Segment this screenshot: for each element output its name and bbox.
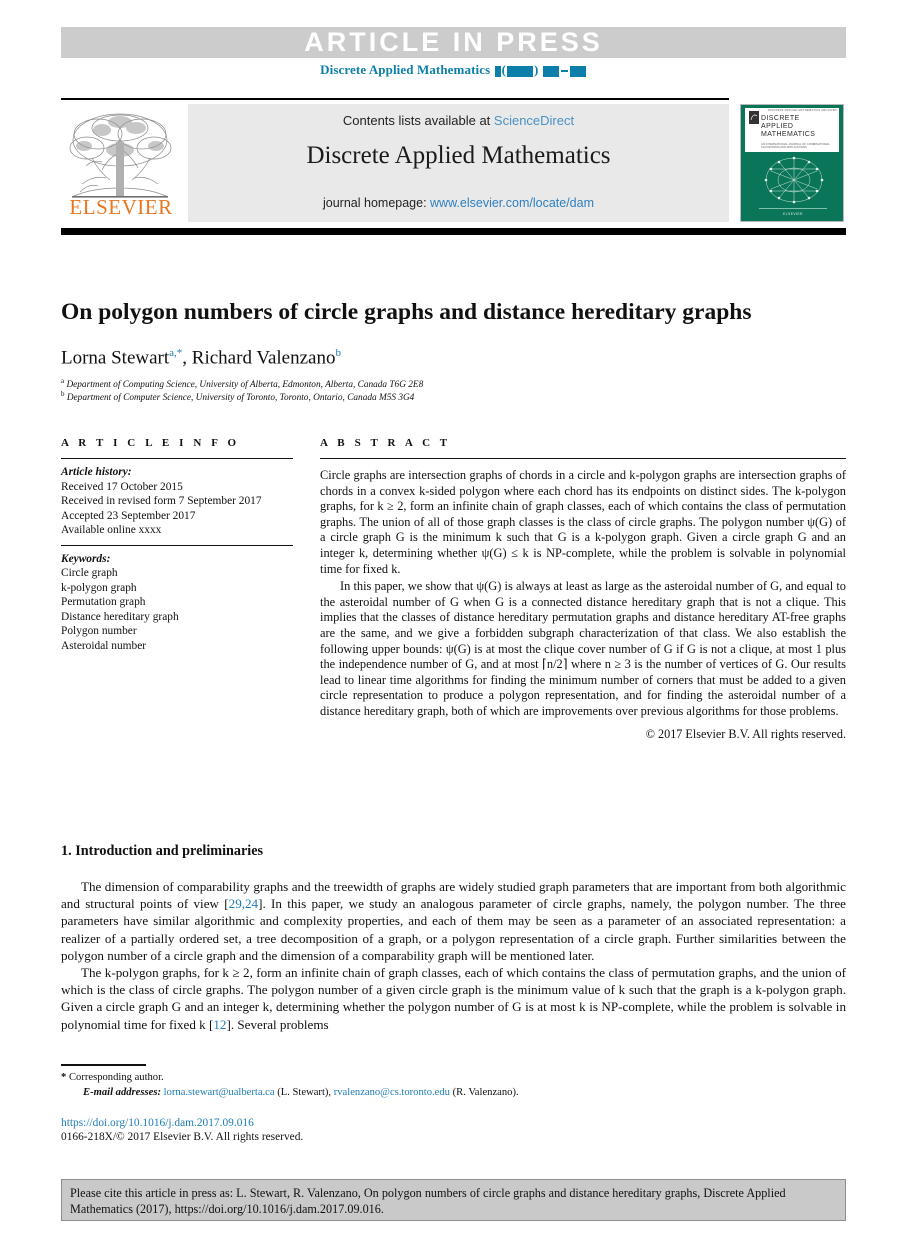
history-item-2: Accepted 23 September 2017 [61,509,196,522]
homepage-prefix: journal homepage: [323,196,431,210]
cover-title-line1: DISCRETE [761,115,800,122]
keyword-5: Asteroidal number [61,639,147,652]
page-range-dash-icon [560,70,568,73]
email-addresses-label: E-mail addresses: [83,1087,161,1098]
cover-footer-rule [759,208,827,209]
keywords-rule [61,544,293,546]
email-owner-stewart: (L. Stewart) [277,1087,329,1098]
author-1-marks: a,* [169,347,183,359]
journal-reference-line: Discrete Applied Mathematics () [61,62,846,78]
citation-footer-box: Please cite this article in press as: L.… [61,1179,846,1221]
journal-homepage-line: journal homepage: www.elsevier.com/locat… [188,196,729,210]
section-title: Introduction and preliminaries [75,843,264,859]
section-heading-introduction: 1. Introduction and preliminaries [61,843,263,860]
article-info-heading: A R T I C L E I N F O [61,437,240,449]
keyword-2: Permutation graph [61,596,146,608]
citation-29-24[interactable]: 29,24 [229,896,258,911]
email-addresses-note: E-mail addresses: lorna.stewart@ualberta… [83,1087,519,1098]
body-paragraph-2: The k-polygon graphs, for k ≥ 2, form an… [61,964,846,1033]
abstract-paragraph-2: In this paper, we show that ψ(G) is alwa… [320,579,846,718]
abstract-rule [320,458,846,459]
doi-link[interactable]: https://doi.org/10.1016/j.dam.2017.09.01… [61,1117,254,1129]
citation-footer-text: Please cite this article in press as: L.… [70,1186,786,1216]
author-name-1[interactable]: Lorna Stewart [61,347,169,368]
affiliation-b-mark: b [61,390,65,398]
body-text: The dimension of comparability graphs an… [61,878,846,1033]
corresponding-author-text: Corresponding author. [68,1072,164,1083]
keyword-4: Polygon number [61,625,137,637]
body-paragraph-1: The dimension of comparability graphs an… [61,878,846,964]
author-list: Lorna Stewarta,*, Richard Valenzanob [61,347,341,369]
issn-copyright-line: 0166-218X/© 2017 Elsevier B.V. All right… [61,1131,304,1143]
article-history-block: Article history: Received 17 October 201… [61,465,293,538]
page-end-placeholder-icon [569,65,586,77]
journal-cover-thumbnail: DISCRETE APPLIED MATHEMATICS ARCHIVES DI… [740,104,844,222]
article-info-column: A R T I C L E I N F O Article history: R… [61,437,293,653]
elsevier-wordmark: ELSEVIER [69,195,173,219]
abstract-heading: A B S T R A C T [320,437,451,449]
journal-cover-top-panel: DISCRETE APPLIED MATHEMATICS ARCHIVES DI… [745,108,839,152]
email-link-valenzano[interactable]: rvalenzano@cs.toronto.edu [334,1087,450,1098]
cover-subtitle: AN INTERNATIONAL JOURNAL OF COMBINATORIA… [761,142,830,150]
masthead-top-rule [61,98,729,100]
footnote-separator-rule [61,1064,146,1066]
affiliation-a-mark: a [61,377,65,385]
cover-publisher-label: ELSEVIER [783,212,803,216]
elsevier-logo: ELSEVIER [62,104,180,222]
keyword-1: k-polygon graph [61,581,137,594]
journal-title: Discrete Applied Mathematics [306,142,611,169]
abstract-paragraph-1: Circle graphs are intersection graphs of… [320,468,846,576]
history-item-0: Received 17 October 2015 [61,480,183,493]
corresponding-author-note: * Corresponding author. [61,1070,761,1085]
keyword-3: Distance hereditary graph [61,610,179,623]
author-name-2[interactable]: Richard Valenzano [192,347,336,368]
cover-graph-diagram-icon [764,156,824,204]
page-start-placeholder-icon [542,65,559,77]
abstract-copyright: © 2017 Elsevier B.V. All rights reserved… [645,726,846,741]
contents-prefix: Contents lists available at [342,113,494,128]
article-in-press-label: ARTICLE IN PRESS [304,27,603,57]
history-item-3: Available online xxxx [61,524,162,536]
footnote-block: * Corresponding author. E-mail addresses… [61,1070,761,1100]
history-item-1: Received in revised form 7 September 201… [61,495,262,507]
journal-homepage-link[interactable]: www.elsevier.com/locate/dam [430,196,594,210]
article-in-press-banner: ARTICLE IN PRESS [61,27,846,58]
masthead-bottom-rule [61,228,846,235]
article-info-rule [61,458,293,459]
abstract-column: A B S T R A C T Circle graphs are inters… [320,437,846,742]
keyword-0: Circle graph [61,567,118,579]
author-2-marks: b [335,347,341,359]
affiliation-b: b Department of Computer Science, Univer… [61,388,761,404]
journal-masthead: Contents lists available at ScienceDirec… [188,104,729,222]
corresponding-author-marker: * [61,1072,67,1083]
body-p2-part-b: ]. Several problems [226,1016,329,1032]
journal-cover-micro-text: DISCRETE APPLIED MATHEMATICS ARCHIVES [768,109,837,112]
keywords-block: Keywords: Circle graph k-polygon graph P… [61,552,293,654]
volume-placeholder-icon [494,65,501,77]
year-placeholder-icon [507,65,534,77]
sciencedirect-link[interactable]: ScienceDirect [494,113,574,128]
cover-title-line3: MATHEMATICS [761,131,816,138]
page-title: On polygon numbers of circle graphs and … [61,298,752,325]
section-number: 1. [61,843,72,859]
affiliation-b-text: Department of Computer Science, Universi… [66,393,415,404]
journal-reference-name: Discrete Applied Mathematics [320,62,491,77]
keywords-label: Keywords: [61,552,111,565]
article-page: ARTICLE IN PRESS Discrete Applied Mathem… [0,0,907,1238]
cover-title-line2: APPLIED [761,123,794,130]
cover-elsevier-mark-icon [749,111,759,124]
citation-12[interactable]: 12 [213,1017,226,1032]
email-link-stewart[interactable]: lorna.stewart@ualberta.ca [164,1087,275,1098]
contents-available-line: Contents lists available at ScienceDirec… [188,113,729,128]
email-owner-valenzano: (R. Valenzano) [452,1087,516,1098]
article-history-label: Article history: [61,466,132,478]
body-p2-part-a: The k-polygon graphs, for k ≥ 2, form an… [61,965,846,1032]
